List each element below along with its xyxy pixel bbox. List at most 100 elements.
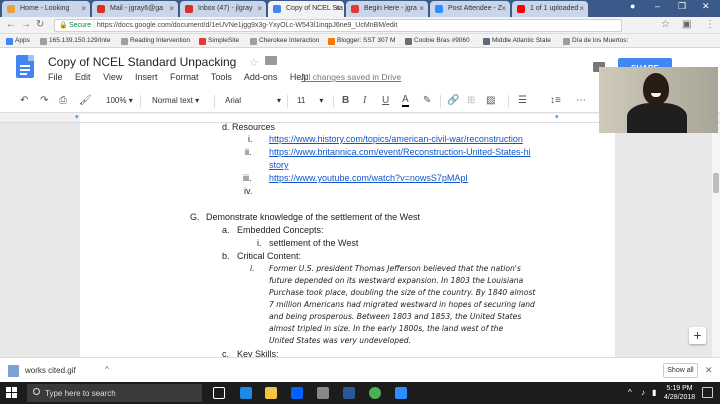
notifications-icon[interactable] [702, 387, 713, 398]
user-profile-icon[interactable]: ● [630, 1, 635, 11]
left-indent-marker-icon[interactable]: ▾ [75, 113, 79, 121]
network-icon[interactable]: ▮ [652, 388, 656, 397]
chrome-icon[interactable] [369, 387, 381, 399]
tab-label: Inbox (47) - jlgray [198, 5, 253, 12]
tab-close-icon[interactable]: × [81, 4, 86, 13]
extension-icon[interactable]: ▣ [682, 19, 691, 30]
browser-tab[interactable]: Home - Looking × [2, 1, 90, 17]
browser-tab[interactable]: Mail - jgray6@ga × [92, 1, 178, 17]
bookmark-item[interactable]: Día de los Muertos: [563, 37, 628, 45]
menu-add-ons[interactable]: Add-ons [244, 72, 278, 82]
comment-icon[interactable]: ⊞ [467, 95, 475, 106]
dropbox-icon[interactable] [291, 387, 303, 399]
britannica-link-wrap[interactable]: story [269, 160, 289, 170]
highlight-icon[interactable]: ✎ [423, 95, 431, 106]
save-status[interactable]: All changes saved in Drive [301, 72, 401, 82]
text-color-icon[interactable]: A [402, 95, 409, 107]
menu-insert[interactable]: Insert [135, 72, 158, 82]
document-title[interactable]: Copy of NCEL Standard Unpacking [48, 55, 236, 69]
windows-start-icon[interactable] [6, 387, 18, 399]
downloaded-file[interactable]: works cited.gif [8, 365, 76, 377]
bookmark-item[interactable]: Middle Atlantic State [483, 37, 551, 45]
bookmark-item[interactable]: Blogger: SST 307 M [328, 37, 395, 45]
tab-close-icon[interactable]: × [501, 4, 506, 13]
browser-tab-active[interactable]: Copy of NCEL Sta × [268, 1, 344, 17]
font-select[interactable]: Arial ▾ [225, 96, 281, 105]
line-spacing-icon[interactable]: ↕≡ [550, 95, 561, 106]
zoom-select[interactable]: 100% ▾ [106, 96, 133, 105]
browser-tab[interactable]: 1 of 1 uploaded × [512, 1, 588, 17]
menu-file[interactable]: File [48, 72, 63, 82]
tab-close-icon[interactable]: × [419, 4, 424, 13]
menu-tools[interactable]: Tools [211, 72, 232, 82]
show-all-button[interactable]: Show all [663, 363, 698, 378]
bookmark-item[interactable]: Reading Intervention [121, 37, 190, 45]
menu-format[interactable]: Format [170, 72, 199, 82]
restore-icon[interactable]: ❐ [678, 1, 686, 12]
tab-close-icon[interactable]: × [169, 4, 174, 13]
bookmark-star-icon[interactable]: ☆ [661, 19, 670, 30]
document-page[interactable]: d. Resources i. https://www.history.com/… [80, 123, 615, 357]
toolbar-divider [214, 95, 215, 108]
bookmark-item[interactable]: Cherokee Interaction [250, 37, 319, 45]
edge-icon[interactable] [240, 387, 252, 399]
bookmark-item[interactable]: 165.139.150.129/Inte [40, 37, 110, 45]
tab-close-icon[interactable]: × [257, 4, 262, 13]
scrollbar-thumb[interactable] [713, 173, 719, 193]
window-close-icon[interactable]: ✕ [702, 1, 710, 12]
list-marker: i. [257, 238, 262, 248]
system-clock[interactable]: 5:19 PM 4/28/2018 [664, 384, 695, 402]
taskbar-search-input[interactable]: Type here to search [27, 384, 202, 402]
browser-tab[interactable]: Inbox (47) - jlgray × [180, 1, 266, 17]
undo-icon[interactable]: ↶ [20, 95, 28, 106]
align-icon[interactable]: ☰ [518, 95, 527, 106]
tray-chevron-icon[interactable]: ^ [628, 388, 632, 397]
chevron-up-icon[interactable]: ^ [105, 365, 109, 374]
task-view-icon[interactable] [213, 387, 225, 399]
forward-icon[interactable]: → [21, 19, 31, 30]
bold-icon[interactable]: B [342, 95, 349, 106]
menu-icon[interactable]: ⋮ [705, 19, 715, 30]
menu-view[interactable]: View [103, 72, 122, 82]
tab-label: Post Attendee - Z [448, 5, 503, 12]
star-icon[interactable]: ☆ [249, 56, 259, 69]
italic-icon[interactable]: I [363, 95, 366, 106]
link-icon[interactable]: 🔗 [447, 95, 459, 106]
close-icon[interactable]: ✕ [705, 365, 713, 376]
youtube-link[interactable]: https://www.youtube.com/watch?v=nowsS7pM… [269, 173, 468, 183]
paint-format-icon[interactable]: 🖌 [79, 95, 92, 106]
right-indent-marker-icon[interactable]: ▾ [555, 113, 559, 121]
browser-tab[interactable]: Post Attendee - Z × [430, 1, 510, 17]
bookmark-apps[interactable]: Apps [6, 37, 30, 45]
back-icon[interactable]: ← [6, 19, 16, 30]
browser-tab[interactable]: Begin Here - jgra × [346, 1, 428, 17]
tab-close-icon[interactable]: × [579, 4, 584, 13]
britannica-link[interactable]: https://www.britannica.com/event/Reconst… [269, 147, 531, 157]
redo-icon[interactable]: ↷ [40, 95, 48, 106]
bookmark-item[interactable]: Coobie Bras #9060 [405, 37, 470, 45]
more-icon[interactable]: ⋯ [576, 95, 586, 106]
tab-close-icon[interactable]: × [335, 4, 340, 13]
print-icon[interactable]: ⎙ [59, 95, 67, 106]
underline-icon[interactable]: U [382, 95, 389, 106]
menu-edit[interactable]: Edit [75, 72, 91, 82]
vertical-scrollbar[interactable] [712, 123, 720, 357]
reload-icon[interactable]: ↻ [36, 19, 44, 30]
paragraph-style-select[interactable]: Normal text ▾ [152, 96, 199, 105]
app-icon[interactable] [317, 387, 329, 399]
minimize-icon[interactable]: – [655, 1, 660, 11]
blogger-icon [328, 38, 335, 45]
url-input[interactable]: 🔒 Secure | https://docs.google.com/docum… [54, 19, 622, 32]
image-icon[interactable]: ▨ [486, 95, 495, 106]
zoom-icon[interactable] [395, 387, 407, 399]
file-explorer-icon[interactable] [265, 387, 277, 399]
bookmark-item[interactable]: SimpleSite [199, 37, 239, 45]
volume-icon[interactable]: ♪ [641, 388, 645, 397]
word-icon[interactable] [343, 387, 355, 399]
document-canvas[interactable]: d. Resources i. https://www.history.com/… [0, 123, 720, 357]
font-size-select[interactable]: 11 ▾ [297, 96, 323, 105]
move-folder-icon[interactable] [265, 56, 277, 65]
docs-logo-icon[interactable] [16, 55, 34, 78]
history-link[interactable]: https://www.history.com/topics/american-… [269, 134, 523, 144]
add-comment-icon[interactable]: + [689, 327, 706, 344]
